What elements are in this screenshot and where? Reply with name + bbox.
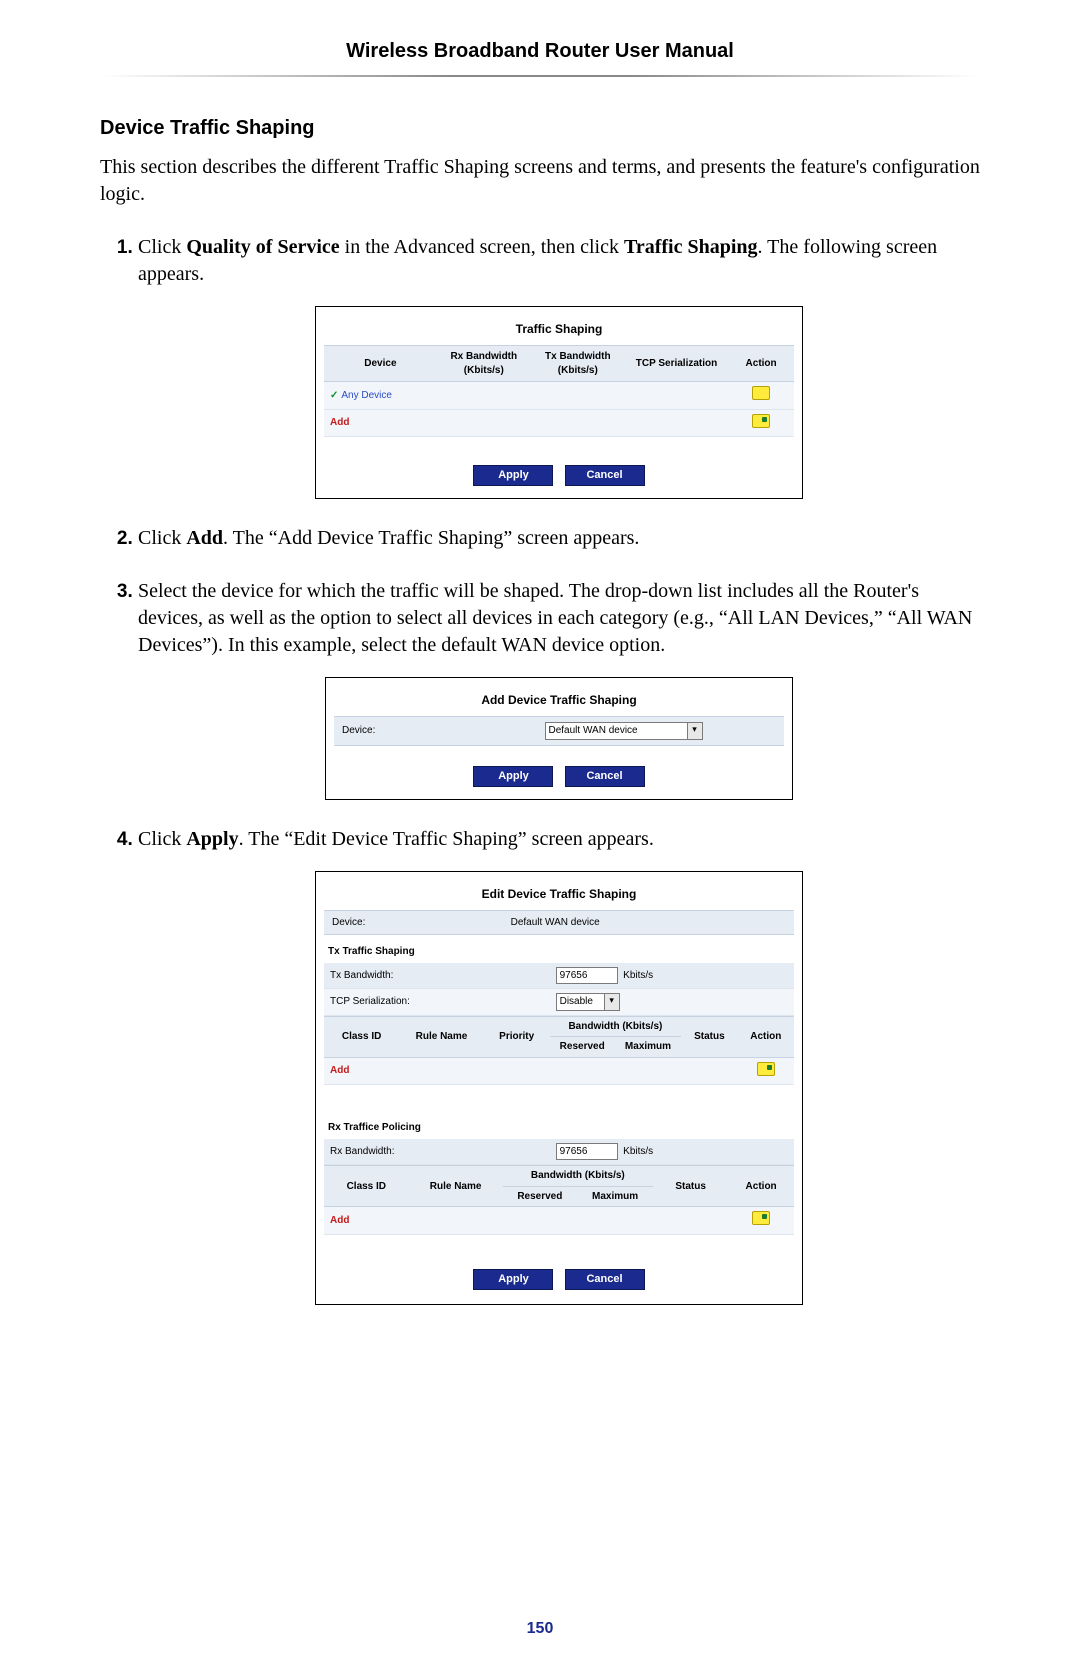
step-4-apply: Apply [186,828,238,850]
fig3-col-priority: Priority [484,1016,550,1057]
fig3-device-value: Default WAN device [503,910,794,935]
fig2-button-bar: Apply Cancel [334,746,784,787]
fig3-rx-add-row: Add [324,1207,794,1235]
fig3-col-classid: Class ID [324,1016,399,1057]
section-heading: Device Traffic Shaping [100,117,980,140]
fig2-device-value: Default WAN device [549,725,638,736]
fig3-rx-col-classid: Class ID [324,1166,409,1207]
fig2-cancel-button[interactable]: Cancel [565,766,645,787]
header-divider [100,75,980,77]
fig3-tx-bw-label: Tx Bandwidth: [324,963,550,989]
doc-header-title: Wireless Broadband Router User Manual [100,40,980,75]
figure-traffic-shaping: Traffic Shaping Device Rx Bandwidth (Kbi… [315,306,803,499]
fig3-col-action: Action [738,1016,794,1057]
fig3-rx-section-heading: Rx Traffice Policing [324,1111,794,1139]
fig1-col-rx: Rx Bandwidth (Kbits/s) [437,346,531,382]
step-1-qos: Quality of Service [186,236,339,258]
fig1-table: Device Rx Bandwidth (Kbits/s) Tx Bandwid… [324,345,794,437]
fig3-tx-class-table: Class ID Rule Name Priority Bandwidth (K… [324,1016,794,1086]
chevron-down-icon: ▾ [604,994,619,1010]
fig3-rx-params: Rx Bandwidth: 97656 Kbits/s [324,1139,794,1166]
chevron-down-icon: ▾ [687,723,702,739]
fig2-title: Add Device Traffic Shaping [334,686,784,716]
fig3-col-reserved: Reserved [550,1037,615,1058]
fig3-tx-bw-input[interactable]: 97656 [556,967,618,985]
edit-icon[interactable] [752,386,770,400]
figure-add-device-traffic-shaping: Add Device Traffic Shaping Device: Defau… [325,677,793,800]
add-icon[interactable] [757,1062,775,1076]
fig3-rx-col-maximum: Maximum [577,1186,653,1207]
step-4-text-a: Click [138,828,186,850]
fig3-rx-col-bandwidth: Bandwidth (Kbits/s) [503,1166,653,1187]
fig2-device-dropdown[interactable]: Default WAN device ▾ [545,722,703,740]
fig1-cancel-button[interactable]: Cancel [565,465,645,486]
fig1-any-device-link[interactable]: Any Device [341,390,392,401]
fig3-tx-params: Tx Bandwidth: 97656 Kbits/s TCP Serializ… [324,963,794,1016]
fig3-tcp-value: Disable [560,996,593,1007]
fig3-title: Edit Device Traffic Shaping [324,880,794,910]
fig2-device-label: Device: [334,717,537,746]
step-4-text-c: . The “Edit Device Traffic Shaping” scre… [239,828,654,850]
section-intro: This section describes the different Tra… [100,154,980,208]
fig3-device-label: Device: [324,910,503,935]
step-3: Select the device for which the traffic … [138,578,980,800]
step-4: Click Apply. The “Edit Device Traffic Sh… [138,826,980,1305]
fig3-tx-add-row: Add [324,1057,794,1085]
step-1-text-c: in the Advanced screen, then click [340,236,624,258]
fig1-row-add: Add [324,409,794,437]
fig3-tcp-dropdown[interactable]: Disable ▾ [556,993,620,1011]
step-list: Click Quality of Service in the Advanced… [100,234,980,1305]
fig3-rx-bw-label: Rx Bandwidth: [324,1139,550,1165]
fig3-rx-class-table: Class ID Rule Name Bandwidth (Kbits/s) S… [324,1165,794,1235]
add-icon[interactable] [752,1211,770,1225]
fig3-rx-bw-unit: Kbits/s [623,1146,653,1157]
fig1-col-action: Action [728,346,794,382]
fig3-rx-bw-input[interactable]: 97656 [556,1143,618,1161]
add-icon[interactable] [752,414,770,428]
fig3-col-status: Status [681,1016,737,1057]
fig2-table: Device: Default WAN device ▾ [334,716,784,746]
step-2-text-a: Click [138,527,186,549]
fig2-apply-button[interactable]: Apply [473,766,553,787]
fig3-tcp-label: TCP Serialization: [324,989,550,1016]
fig1-col-tx: Tx Bandwidth (Kbits/s) [531,346,625,382]
fig1-col-tcp: TCP Serialization [625,346,728,382]
step-2-text-c: . The “Add Device Traffic Shaping” scree… [223,527,639,549]
step-2-add: Add [186,527,223,549]
fig3-tx-add-link[interactable]: Add [330,1065,349,1076]
fig1-apply-button[interactable]: Apply [473,465,553,486]
page-number: 150 [0,1620,1080,1638]
figure-edit-device-traffic-shaping: Edit Device Traffic Shaping Device: Defa… [315,871,803,1305]
step-3-text: Select the device for which the traffic … [138,580,972,656]
fig1-title: Traffic Shaping [324,315,794,345]
fig3-rx-col-action: Action [728,1166,794,1207]
fig3-tx-bw-unit: Kbits/s [623,970,653,981]
document-page: Wireless Broadband Router User Manual De… [0,0,1080,1668]
fig3-rx-col-status: Status [653,1166,728,1207]
fig3-rx-add-link[interactable]: Add [330,1215,349,1226]
fig3-cancel-button[interactable]: Cancel [565,1269,645,1290]
fig3-col-maximum: Maximum [615,1037,681,1058]
step-1: Click Quality of Service in the Advanced… [138,234,980,499]
fig1-col-device: Device [324,346,437,382]
fig3-button-bar: Apply Cancel [324,1235,794,1290]
fig3-device-row: Device: Default WAN device [324,910,794,936]
fig3-col-rulename: Rule Name [399,1016,484,1057]
step-1-text-a: Click [138,236,186,258]
step-1-traffic-shaping: Traffic Shaping [624,236,758,258]
fig3-rx-col-rulename: Rule Name [409,1166,503,1207]
step-2: Click Add. The “Add Device Traffic Shapi… [138,525,980,552]
fig3-col-bandwidth: Bandwidth (Kbits/s) [550,1016,682,1037]
fig1-button-bar: Apply Cancel [324,437,794,486]
fig1-row-any-device: ✓Any Device [324,382,794,410]
check-icon: ✓ [330,390,338,401]
fig3-apply-button[interactable]: Apply [473,1269,553,1290]
fig3-tx-section-heading: Tx Traffic Shaping [324,935,794,963]
fig3-rx-col-reserved: Reserved [503,1186,577,1207]
fig1-add-link[interactable]: Add [330,417,349,428]
